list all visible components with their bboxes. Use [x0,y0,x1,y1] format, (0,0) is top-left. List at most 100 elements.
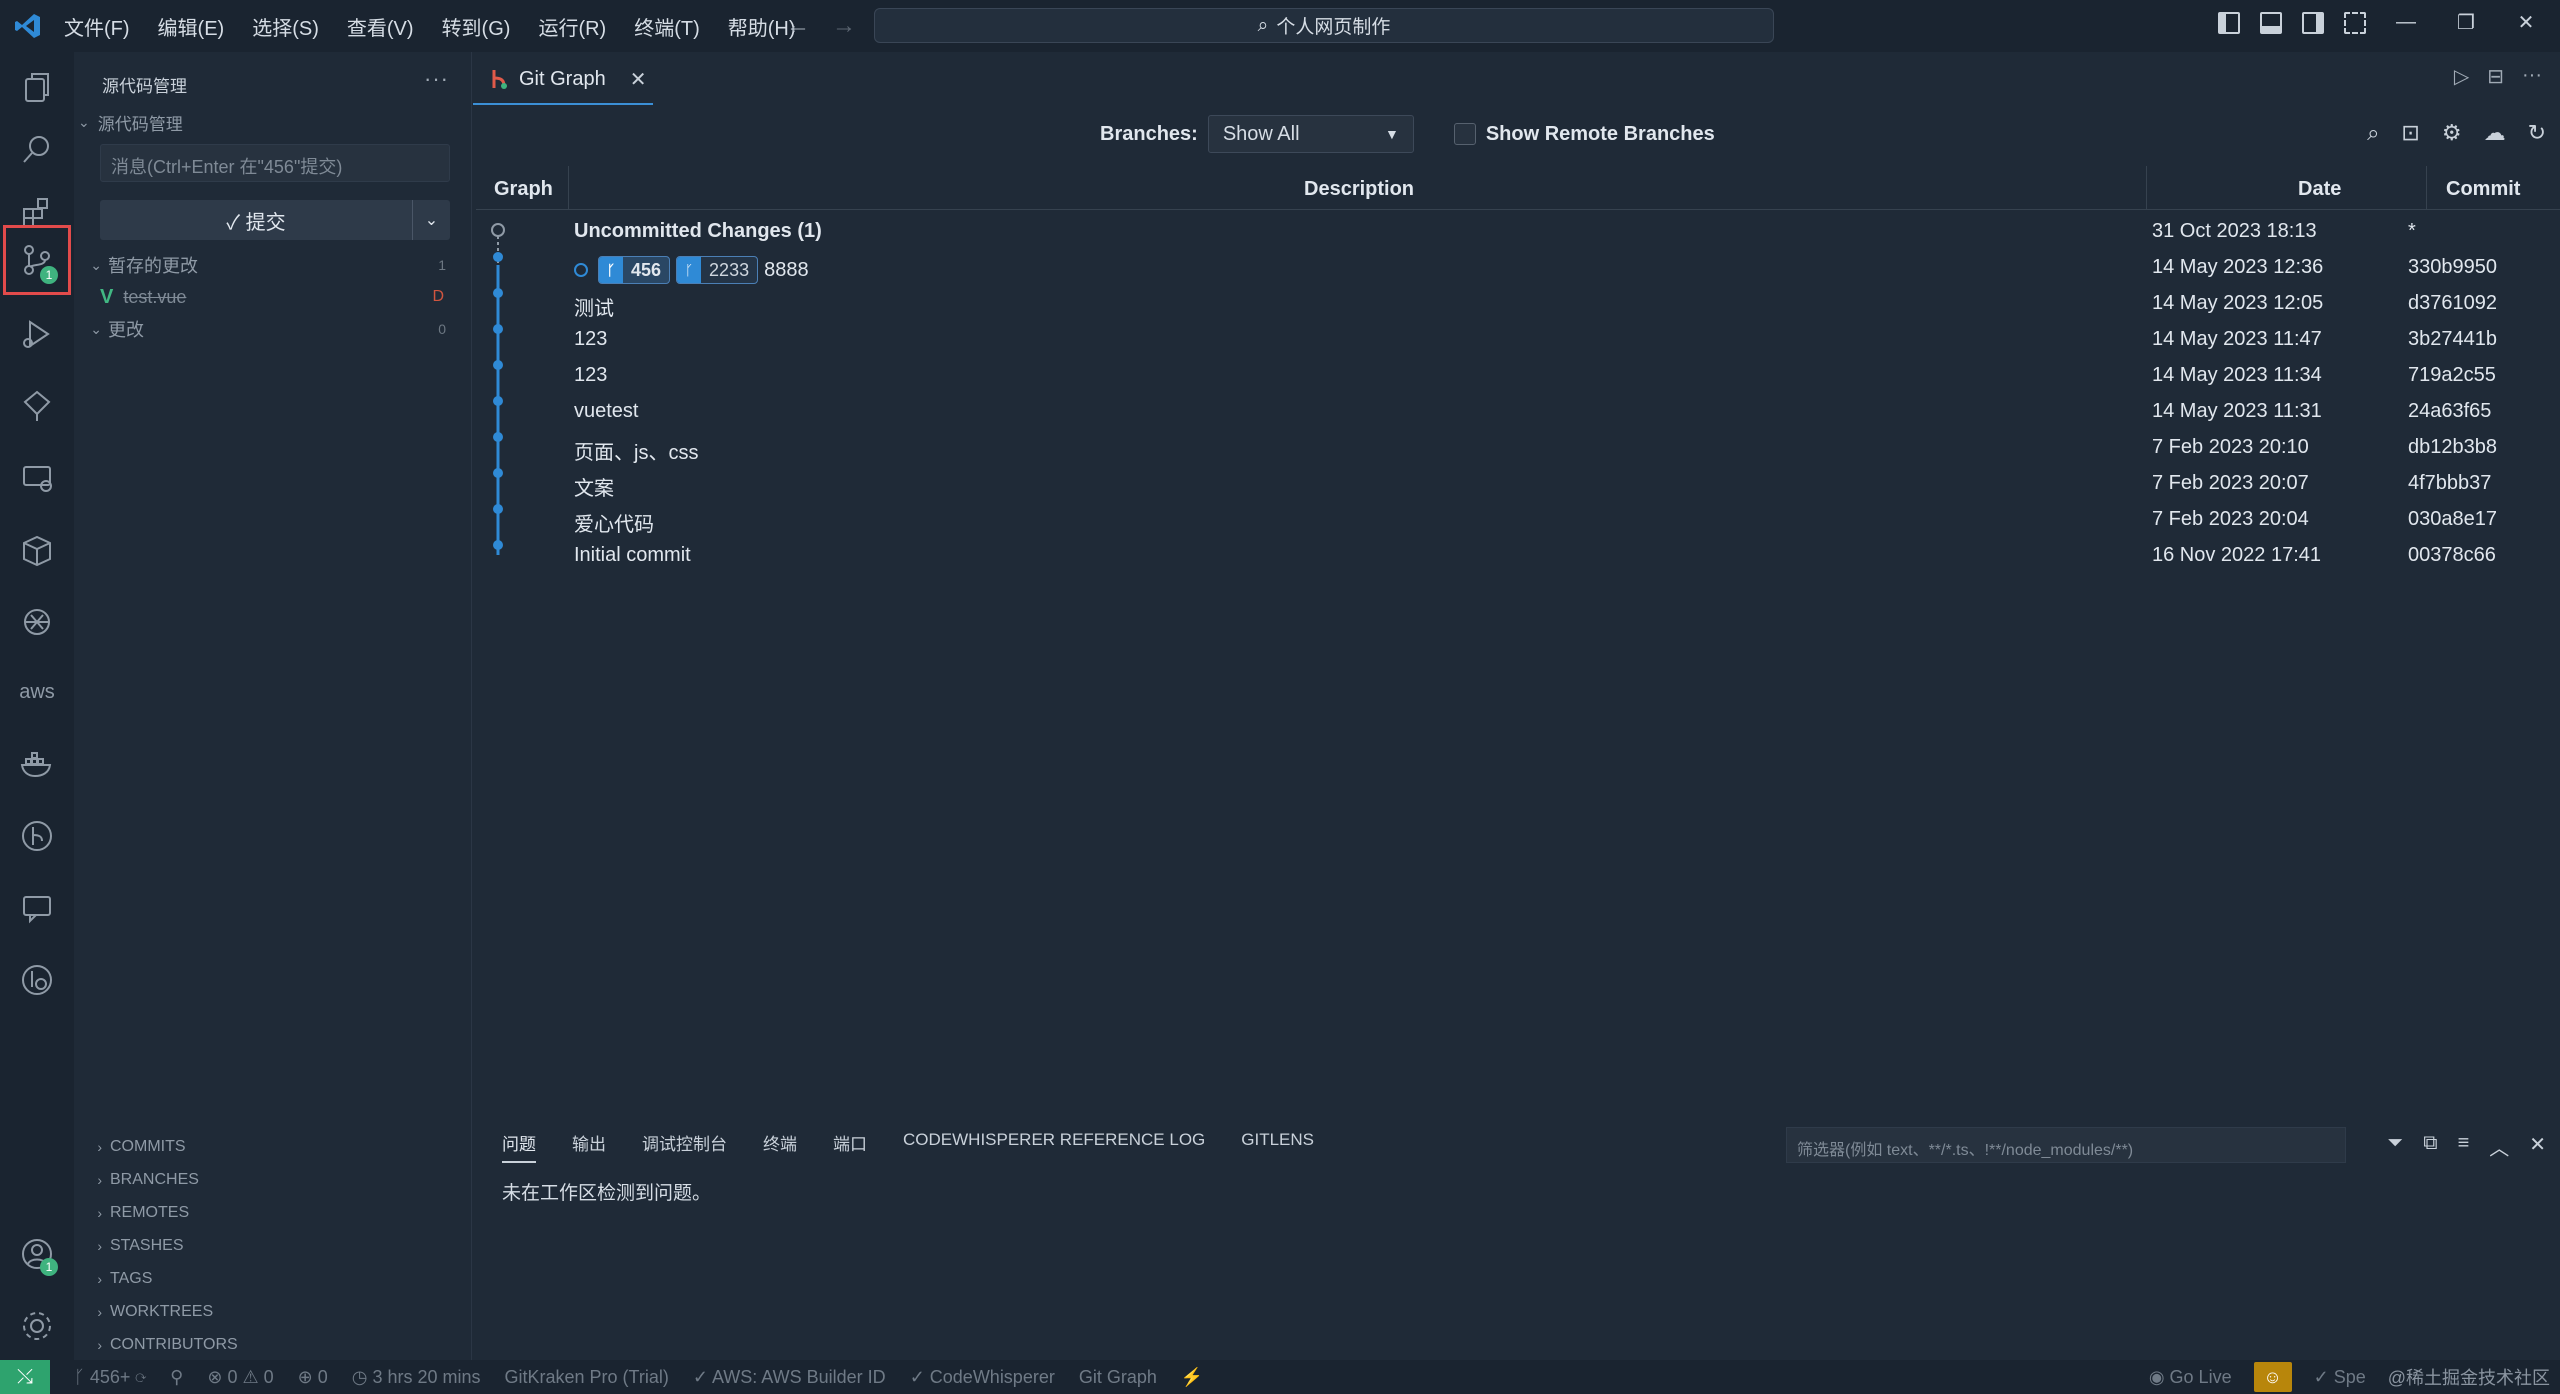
menu-selection[interactable]: 选择(S) [250,8,321,45]
gitlens-icon[interactable] [0,948,74,1012]
gitlens-commits[interactable]: › COMMITS [74,1130,472,1163]
status-sync-icon[interactable]: ⚲ [170,1367,183,1388]
minimize-icon[interactable]: — [2386,11,2426,34]
menu-go[interactable]: 转到(G) [440,8,513,45]
command-center[interactable]: ⌕ 个人网页制作 [874,8,1774,43]
comments-icon[interactable] [0,876,74,940]
commit-message-input[interactable]: 消息(Ctrl+Enter 在"456"提交) [100,144,450,182]
close-window-icon[interactable]: ✕ [2506,10,2546,35]
tab-debug-console[interactable]: 调试控制台 [642,1130,727,1163]
explorer-icon[interactable] [0,56,74,120]
staged-file-row[interactable]: V test.vue D [74,282,472,312]
remote-indicator-icon[interactable]: ⤯ [0,1360,50,1394]
menu-edit[interactable]: 编辑(E) [156,8,227,45]
commit-dropdown-icon[interactable]: ⌄ [412,200,450,240]
run-icon[interactable]: ▷ [2454,64,2469,89]
filter-icon[interactable]: ⏷ [2387,1132,2403,1161]
git-graph-activity-icon[interactable] [0,804,74,868]
tab-gitlens[interactable]: GITLENS [1241,1130,1314,1163]
col-description[interactable]: Description [1304,178,1414,201]
menu-view[interactable]: 查看(V) [345,8,416,45]
tab-output[interactable]: 输出 [572,1130,606,1163]
gitlens-stashes[interactable]: › STASHES [74,1229,472,1262]
commit-row[interactable]: 爱心代码 7 Feb 2023 20:04 030a8e17 [476,502,2560,538]
aws-icon[interactable]: aws [0,660,74,724]
run-debug-icon[interactable] [0,302,74,366]
copilot-icon[interactable]: ☺ [2253,1362,2292,1392]
tab-ports[interactable]: 端口 [833,1130,867,1163]
gitlens-worktrees[interactable]: › WORKTREES [74,1295,472,1328]
tab-terminal[interactable]: 终端 [763,1130,797,1163]
scm-section-header[interactable]: ⌄ 源代码管理 [78,110,183,135]
problems-filter-input[interactable]: 筛选器(例如 text、**/*.ts、!**/node_modules/**) [1786,1127,2346,1163]
more-actions-icon[interactable]: ··· [424,66,449,92]
commit-row[interactable]: vuetest 14 May 2023 11:31 24a63f65 [476,394,2560,430]
chatgpt-icon[interactable] [0,590,74,654]
gitlens-branches[interactable]: › BRANCHES [74,1163,472,1196]
status-time[interactable]: ◷ 3 hrs 20 mins [352,1367,481,1388]
gitlens-contributors[interactable]: › CONTRIBUTORS [74,1328,472,1361]
refresh-icon[interactable]: ↻ [2528,120,2546,146]
commit-row[interactable]: 页面、js、css 7 Feb 2023 20:10 db12b3b8 [476,430,2560,466]
commit-row[interactable]: 文案 7 Feb 2023 20:07 4f7bbb37 [476,466,2560,502]
customize-layout-icon[interactable] [2344,11,2366,34]
status-spell[interactable]: ✓ Spe [2314,1367,2366,1388]
status-git-graph[interactable]: Git Graph [1079,1367,1157,1388]
tab-problems[interactable]: 问题 [502,1130,536,1163]
toggle-secondary-sidebar-icon[interactable] [2302,11,2324,34]
close-panel-icon[interactable]: ✕ [2529,1132,2546,1161]
more-icon[interactable]: ··· [2522,64,2542,89]
status-ports[interactable]: ⊕ 0 [298,1367,328,1388]
toggle-panel-icon[interactable] [2260,11,2282,34]
commit-row[interactable]: 测试 14 May 2023 12:05 d3761092 [476,286,2560,322]
remote-explorer-icon[interactable] [0,446,74,510]
menu-file[interactable]: 文件(F) [62,8,132,45]
status-problems[interactable]: ⊗ 0 ⚠ 0 [207,1367,273,1388]
testing-icon[interactable] [0,374,74,438]
docker-icon[interactable] [0,732,74,796]
status-branch[interactable]: ᚴ 456+ ⟳ [74,1367,146,1388]
status-plug-icon[interactable]: ⚡ [1181,1367,1203,1388]
staged-changes-group[interactable]: ⌄ 暂存的更改 1 [74,250,472,280]
branch-ref[interactable]: ᚴ 2233 [676,256,759,284]
fetch-icon[interactable]: ☁ [2484,120,2506,146]
gitlens-remotes[interactable]: › REMOTES [74,1196,472,1229]
menu-run[interactable]: 运行(R) [536,8,608,45]
status-aws[interactable]: ✓ AWS: AWS Builder ID [693,1367,886,1388]
settings-icon[interactable]: ⚙ [2442,120,2462,146]
restore-icon[interactable]: ❐ [2446,10,2486,35]
collapse-all-icon[interactable]: ⧉ [2423,1132,2437,1161]
tab-git-graph[interactable]: Git Graph ✕ [473,55,653,105]
commit-row[interactable]: 123 14 May 2023 11:47 3b27441b [476,322,2560,358]
split-editor-icon[interactable]: ⊟ [2487,64,2504,89]
col-date[interactable]: Date [2298,178,2341,201]
commit-row[interactable]: Initial commit 16 Nov 2022 17:41 00378c6… [476,538,2560,574]
forward-arrow-icon[interactable]: → [832,12,856,40]
close-tab-icon[interactable]: ✕ [630,67,647,92]
commit-row[interactable]: Uncommitted Changes (1) 31 Oct 2023 18:1… [476,214,2560,250]
status-codewhisperer[interactable]: ✓ CodeWhisperer [910,1367,1055,1388]
gitlens-tags[interactable]: › TAGS [74,1262,472,1295]
changes-group[interactable]: ⌄ 更改 0 [74,314,472,344]
commit-row[interactable]: 123 14 May 2023 11:34 719a2c55 [476,358,2560,394]
search-activity-icon[interactable] [0,118,74,182]
commit-button[interactable]: ✓ 提交 [100,206,412,235]
status-go-live[interactable]: ◉ Go Live [2149,1367,2232,1388]
maximize-panel-icon[interactable]: ︿ [2489,1132,2509,1161]
back-arrow-icon[interactable]: ← [786,12,810,40]
terminal-icon[interactable]: ⊡ [2401,120,2419,146]
settings-gear-icon[interactable] [0,1294,74,1358]
menu-terminal[interactable]: 终端(T) [632,8,702,45]
col-graph[interactable]: Graph [494,178,553,201]
view-as-list-icon[interactable]: ≡ [2458,1132,2470,1161]
source-control-icon[interactable]: 1 [0,222,74,298]
branch-ref-head[interactable]: ᚴ 456 [598,256,671,284]
branch-select[interactable]: Show All ▼ [1207,115,1414,153]
col-commit[interactable]: Commit [2446,178,2520,201]
package-icon[interactable] [0,518,74,582]
account-icon[interactable]: 1 [0,1222,74,1286]
toggle-primary-sidebar-icon[interactable] [2218,11,2240,34]
show-remote-branches-checkbox[interactable] [1453,123,1476,145]
tab-codewhisperer-log[interactable]: CODEWHISPERER REFERENCE LOG [903,1130,1205,1163]
status-gitkraken[interactable]: GitKraken Pro (Trial) [505,1367,669,1388]
